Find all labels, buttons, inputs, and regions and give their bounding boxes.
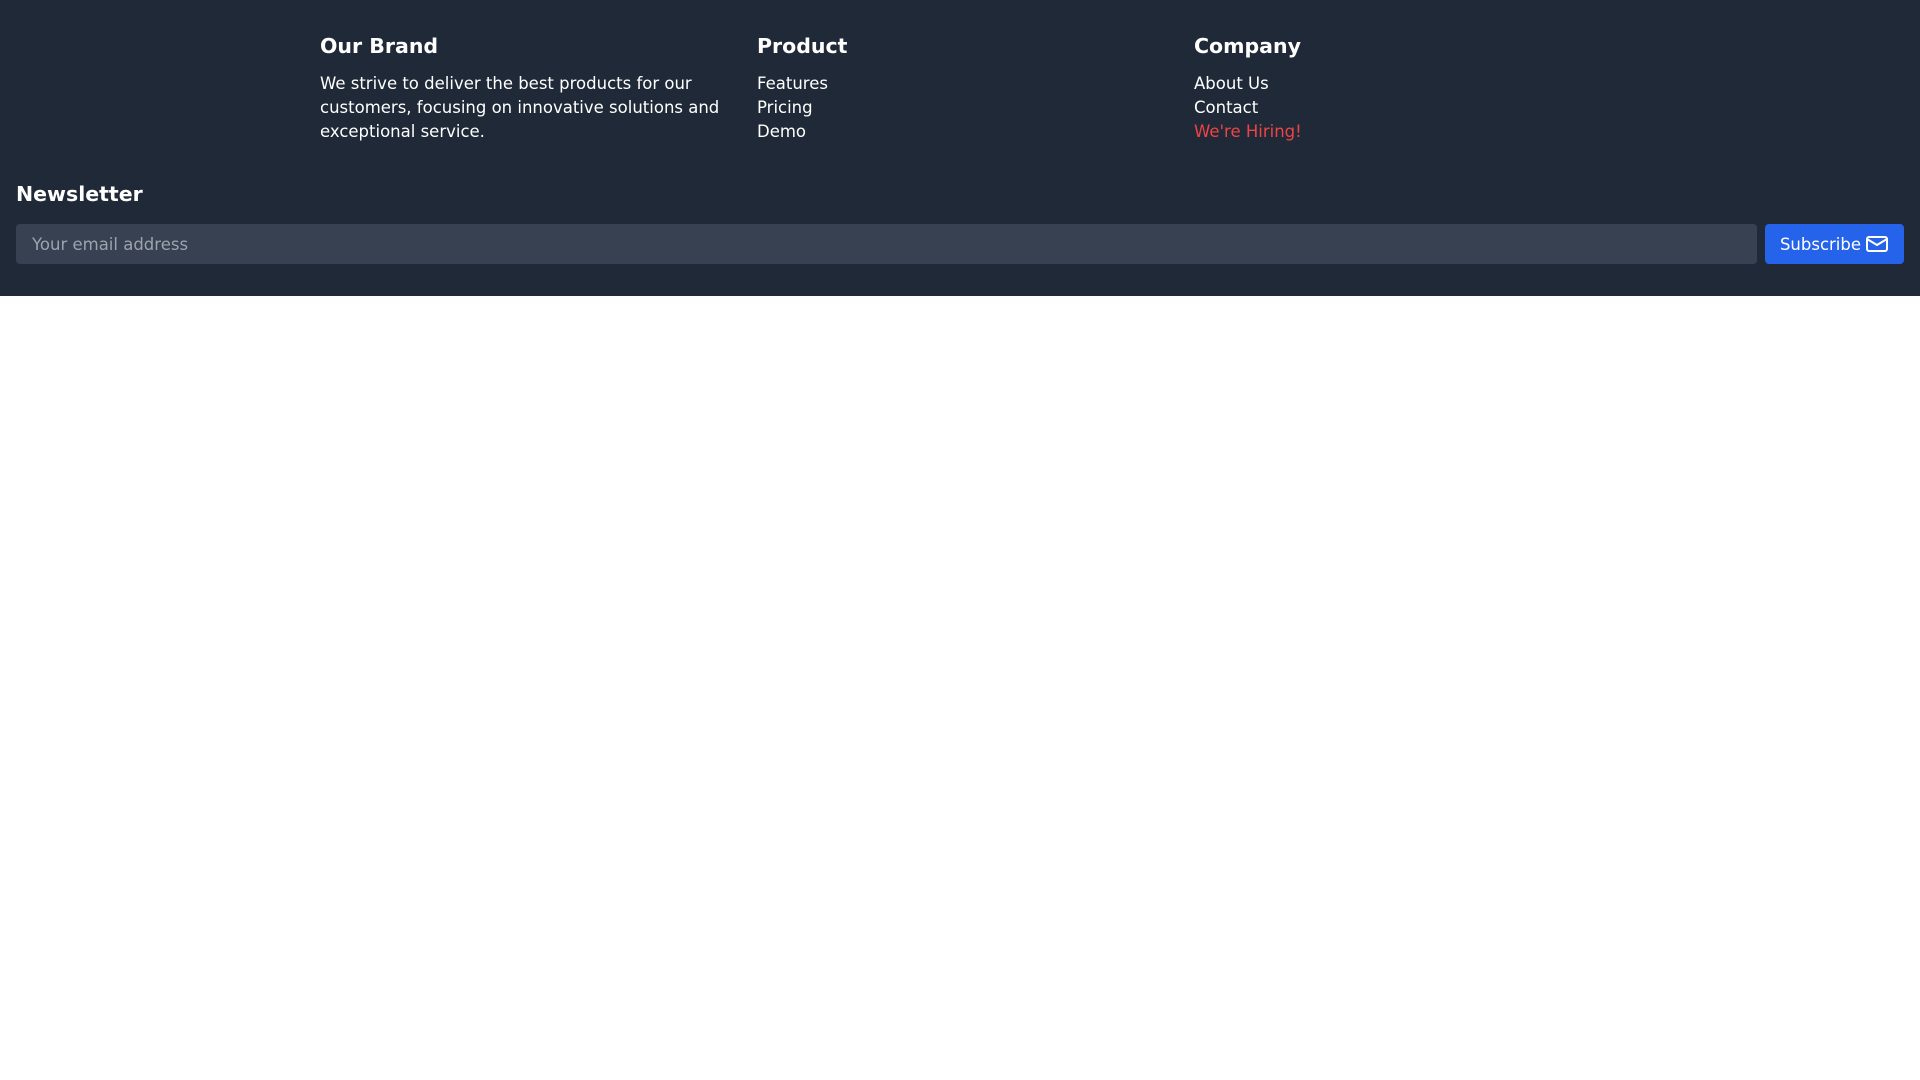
about-us-link[interactable]: About Us (1194, 74, 1269, 93)
contact-link[interactable]: Contact (1194, 98, 1258, 117)
email-input[interactable] (16, 224, 1757, 264)
product-links: Features Pricing Demo (757, 72, 1177, 144)
company-column: Company About Us Contact We're Hiring! (1194, 32, 1614, 144)
pricing-link[interactable]: Pricing (757, 98, 813, 117)
product-link-item: Features (757, 72, 1177, 96)
product-column: Product Features Pricing Demo (757, 32, 1177, 144)
brand-title: Our Brand (320, 34, 439, 58)
product-link-item: Demo (757, 120, 1177, 144)
company-link-item: We're Hiring! (1194, 120, 1614, 144)
hiring-link[interactable]: We're Hiring! (1194, 122, 1302, 141)
brand-description: We strive to deliver the best products f… (320, 74, 720, 141)
features-link[interactable]: Features (757, 74, 828, 93)
newsletter-form: Subscribe (16, 224, 1904, 264)
product-link-item: Pricing (757, 96, 1177, 120)
newsletter-section: Newsletter Subscribe (16, 180, 1904, 264)
subscribe-label: Subscribe (1779, 234, 1862, 254)
company-link-item: Contact (1194, 96, 1614, 120)
product-title: Product (757, 34, 848, 58)
mail-icon (1865, 232, 1889, 256)
company-title: Company (1194, 34, 1301, 58)
company-link-item: About Us (1194, 72, 1614, 96)
site-footer: Our Brand We strive to deliver the best … (0, 0, 1920, 296)
brand-column: Our Brand We strive to deliver the best … (320, 32, 740, 144)
newsletter-title: Newsletter (16, 182, 143, 206)
company-links: About Us Contact We're Hiring! (1194, 72, 1614, 144)
subscribe-button[interactable]: Subscribe (1765, 224, 1904, 264)
demo-link[interactable]: Demo (757, 122, 806, 141)
